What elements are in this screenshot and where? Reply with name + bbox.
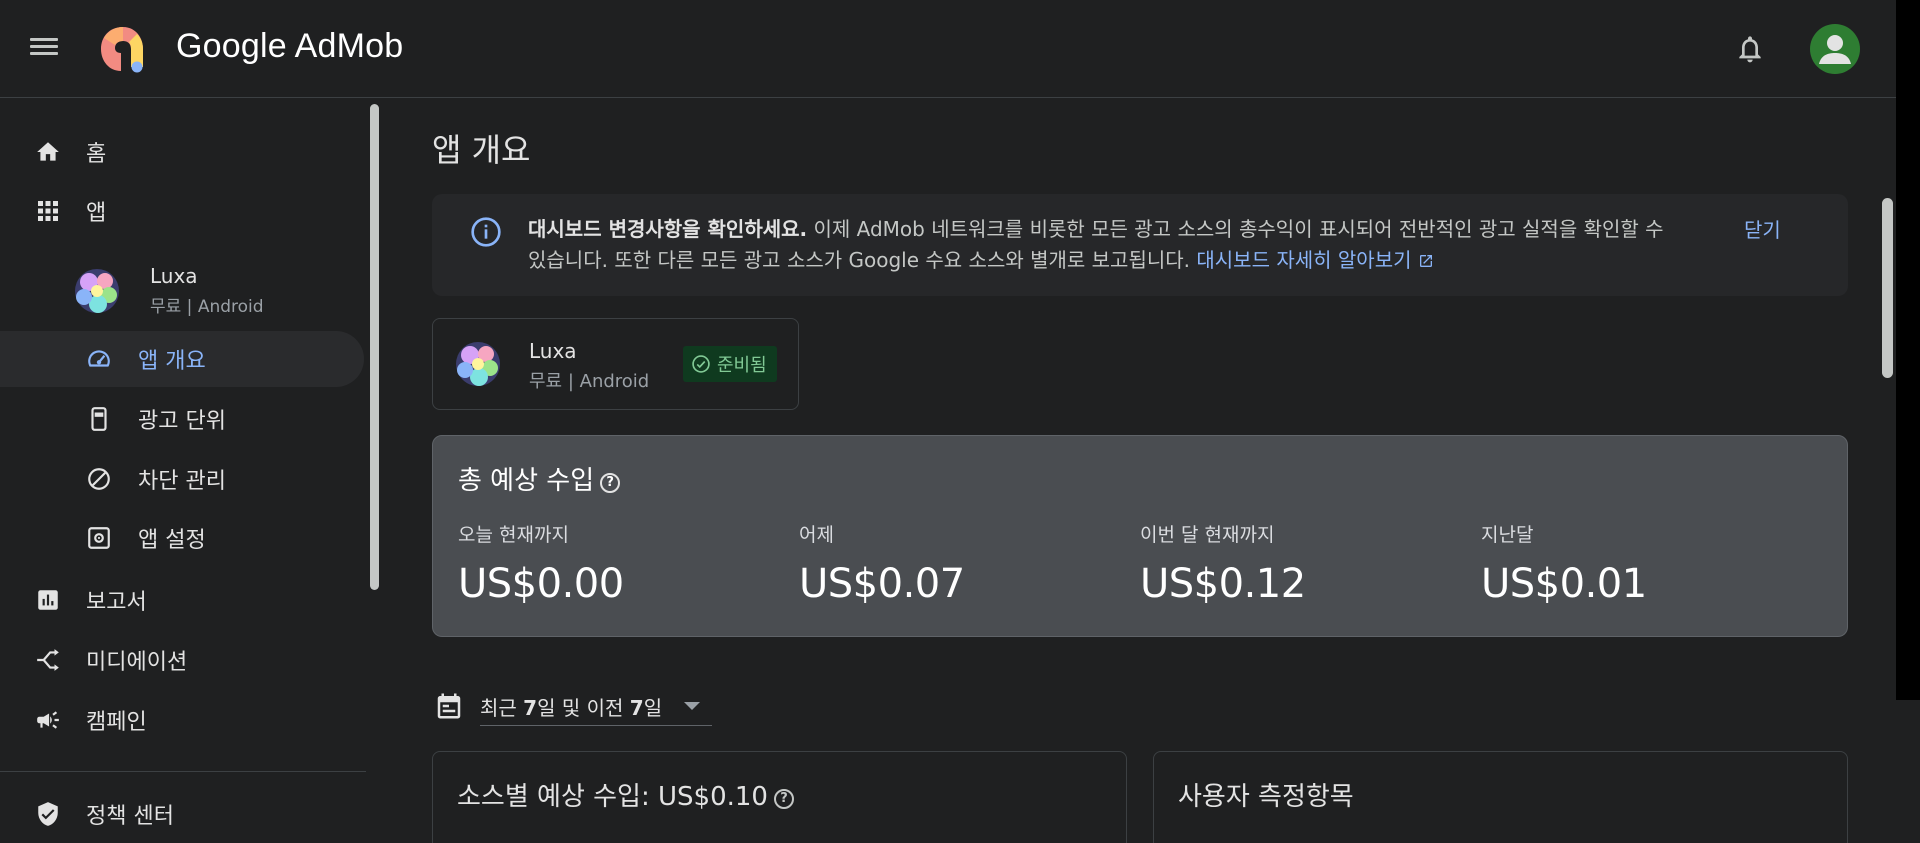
brand-title: Google AdMob: [176, 27, 404, 65]
date-range-text: 최근 7일 및 이전 7일: [480, 692, 662, 721]
sidebar: 홈 앱 Luxa 무료 | Android 앱 개요 광고 단위 차단 관리 앱…: [0, 99, 372, 843]
card-title-text: 소스별 예상 수입: US$0.10: [457, 782, 768, 812]
info-banner: 대시보드 변경사항을 확인하세요. 이제 AdMob 네트워크를 비롯한 모든 …: [432, 194, 1848, 296]
open-in-new-icon: [1419, 255, 1432, 267]
sidebar-item-policy-center[interactable]: 정책 센터: [0, 786, 364, 842]
sidebar-item-label: 앱 개요: [138, 349, 206, 374]
sidebar-item-reports[interactable]: 보고서: [0, 572, 364, 628]
date-range-n1: 7: [523, 696, 538, 720]
metric-label: 어제: [799, 524, 834, 546]
sidebar-item-apps[interactable]: 앱: [0, 183, 364, 239]
megaphone-icon: [34, 706, 62, 734]
info-icon: [471, 217, 501, 247]
person-icon: [1819, 35, 1851, 64]
metric-label: 지난달: [1481, 524, 1534, 546]
user-metrics-card: 사용자 측정항목: [1153, 751, 1848, 843]
earnings-title-text: 총 예상 수입: [458, 466, 595, 496]
date-range-prefix: 최근: [480, 696, 524, 720]
sidebar-item-app-overview[interactable]: 앱 개요: [0, 331, 364, 387]
learn-more-link[interactable]: 대시보드 자세히 알아보기: [1196, 248, 1411, 272]
home-icon: [34, 138, 62, 166]
date-range-n2: 7: [629, 696, 644, 720]
block-icon: [85, 465, 113, 493]
main-scrollbar[interactable]: [1882, 198, 1893, 378]
speedometer-icon: [85, 345, 113, 373]
sidebar-scrollbar[interactable]: [370, 104, 379, 590]
sidebar-item-mediation[interactable]: 미디에이션: [0, 632, 364, 688]
metric-label: 오늘 현재까지: [458, 524, 569, 546]
menu-icon[interactable]: [30, 34, 60, 64]
sidebar-item-home[interactable]: 홈: [0, 124, 364, 180]
app-meta: 무료 | Android: [529, 371, 650, 392]
metric-yesterday: 어제 US$0.07: [799, 520, 965, 607]
luxa-app-icon: [456, 342, 500, 386]
earnings-title: 총 예상 수입?: [458, 460, 621, 497]
luxa-app-icon: [75, 269, 119, 313]
metric-value: US$0.12: [1140, 561, 1306, 607]
sidebar-divider: [0, 771, 366, 772]
sidebar-app-name: Luxa: [150, 264, 198, 288]
settings-box-icon: [85, 524, 113, 552]
metric-value: US$0.01: [1481, 561, 1647, 607]
total-earnings-card: 총 예상 수입? 오늘 현재까지 US$0.00 어제 US$0.07 이번 달…: [432, 435, 1848, 637]
banner-close-button[interactable]: 닫기: [1744, 214, 1781, 243]
check-circle-icon: [692, 355, 710, 373]
calendar-icon: [437, 693, 461, 719]
metric-label: 이번 달 현재까지: [1140, 524, 1275, 546]
sidebar-item-blocking[interactable]: 차단 관리: [0, 451, 364, 507]
sidebar-app-meta: 무료 | Android: [150, 297, 264, 317]
date-range-mid: 일 및 이전: [537, 696, 630, 720]
sidebar-item-campaigns[interactable]: 캠페인: [0, 692, 364, 748]
page-title: 앱 개요: [432, 131, 531, 169]
help-icon[interactable]: ?: [773, 789, 794, 809]
shield-check-icon: [34, 800, 62, 828]
admob-logo-icon: [101, 27, 143, 73]
main-content: 앱 개요 대시보드 변경사항을 확인하세요. 이제 AdMob 네트워크를 비롯…: [432, 99, 1888, 843]
dropdown-arrow-icon: [684, 702, 700, 710]
sidebar-item-label: 캠페인: [86, 710, 147, 735]
sidebar-item-label: 홈: [86, 142, 107, 167]
card-title: 소스별 예상 수입: US$0.10?: [457, 776, 794, 813]
earnings-by-source-card: 소스별 예상 수입: US$0.10?: [432, 751, 1127, 843]
sidebar-item-label: 보고서: [86, 590, 147, 615]
metric-value: US$0.00: [458, 561, 624, 607]
metric-value: US$0.07: [799, 561, 965, 607]
status-text: 준비됨: [717, 355, 767, 376]
date-range-picker[interactable]: 최근 7일 및 이전 7일: [432, 683, 712, 727]
sidebar-app-entry[interactable]: Luxa 무료 | Android: [72, 262, 332, 322]
sidebar-item-label: 광고 단위: [138, 409, 226, 434]
status-badge: 준비됨: [683, 346, 777, 382]
metric-this-month: 이번 달 현재까지 US$0.12: [1140, 520, 1306, 607]
apps-grid-icon: [34, 197, 62, 225]
sidebar-item-label: 앱: [86, 201, 107, 226]
bar-chart-icon: [34, 586, 62, 614]
date-range-suffix: 일: [643, 696, 663, 720]
date-range-underline: [480, 725, 712, 726]
sidebar-item-label: 미디에이션: [86, 650, 188, 675]
app-name: Luxa: [529, 339, 577, 363]
avatar-icon[interactable]: [1810, 24, 1860, 74]
card-title: 사용자 측정항목: [1178, 782, 1354, 812]
sidebar-item-label: 차단 관리: [138, 469, 226, 494]
top-app-bar: Google AdMob: [0, 0, 1896, 98]
mediation-icon: [34, 646, 62, 674]
help-icon[interactable]: ?: [600, 473, 621, 493]
metric-today: 오늘 현재까지 US$0.00: [458, 520, 624, 607]
sidebar-item-label: 정책 센터: [86, 804, 174, 829]
scrollbar-track: [1896, 0, 1920, 700]
banner-text: 대시보드 변경사항을 확인하세요. 이제 AdMob 네트워크를 비롯한 모든 …: [528, 214, 1678, 276]
app-summary-card[interactable]: Luxa 무료 | Android 준비됨: [432, 318, 799, 410]
metric-last-month: 지난달 US$0.01: [1481, 520, 1647, 607]
phone-icon: [85, 405, 113, 433]
sidebar-item-label: 앱 설정: [138, 528, 206, 553]
banner-title: 대시보드 변경사항을 확인하세요.: [528, 217, 808, 241]
sidebar-item-ad-units[interactable]: 광고 단위: [0, 391, 364, 447]
sidebar-item-app-settings[interactable]: 앱 설정: [0, 510, 364, 566]
bell-icon[interactable]: [1734, 32, 1766, 66]
